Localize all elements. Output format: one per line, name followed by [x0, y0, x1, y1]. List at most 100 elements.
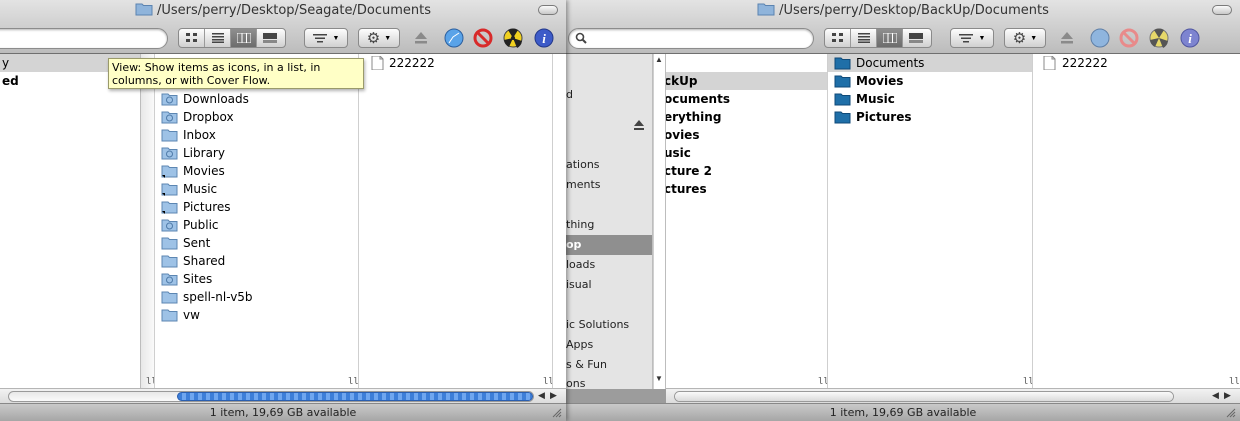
folder-icon — [834, 57, 851, 70]
arrange-button[interactable]: ▼ — [950, 28, 994, 48]
scroll-down-arrow[interactable]: ▼ — [655, 374, 663, 383]
item-label: erything — [666, 110, 722, 124]
sidebar-item[interactable]: thing — [566, 215, 653, 235]
sidebar-item-label: ic Solutions — [566, 318, 630, 331]
column-resize-handle[interactable]: ll — [146, 377, 154, 387]
list-item[interactable]: 222222 — [359, 54, 552, 72]
arrange-icon — [312, 34, 327, 43]
list-view-button[interactable] — [205, 29, 231, 47]
list-item[interactable]: ocuments — [666, 90, 827, 108]
column-view-button[interactable] — [231, 29, 257, 47]
scroll-left-arrow[interactable]: ◀ — [1212, 390, 1219, 401]
chevron-down-icon: ▼ — [978, 34, 986, 42]
list-item[interactable]: Music — [828, 90, 1032, 108]
item-label: Pictures — [856, 110, 912, 124]
list-item[interactable]: Sites — [155, 270, 358, 288]
finder-window-backup: /Users/perry/Desktop/BackUp/Documents ▼ — [566, 0, 1240, 421]
scroll-right-arrow[interactable]: ▶ — [1224, 390, 1231, 401]
column-resize-handle[interactable]: ll — [818, 377, 827, 387]
sidebar-item-label: ments — [566, 178, 601, 191]
sidebar-item-label: Apps — [566, 338, 594, 351]
info-icon[interactable]: i — [1179, 27, 1201, 49]
vertical-scrollbar[interactable] — [140, 54, 154, 389]
burn-icon[interactable] — [502, 27, 524, 49]
action-button[interactable]: ⚙ ▼ — [1004, 28, 1046, 48]
icon-view-button[interactable] — [179, 29, 205, 47]
list-item[interactable]: Movies — [155, 162, 358, 180]
list-item[interactable]: Library — [155, 144, 358, 162]
list-item[interactable]: Inbox — [155, 126, 358, 144]
column-resize-handle[interactable]: ll — [1229, 377, 1240, 387]
list-item[interactable]: erything — [666, 108, 827, 126]
search-field[interactable] — [0, 28, 168, 49]
info-icon[interactable]: i — [533, 27, 555, 49]
no-entry-icon[interactable] — [1118, 27, 1140, 49]
toolbar-toggle-button[interactable] — [1212, 5, 1232, 15]
list-item[interactable]: Sent — [155, 234, 358, 252]
gear-icon: ⚙ — [1012, 30, 1027, 47]
eject-icon[interactable] — [410, 27, 432, 49]
sidebar-item[interactable]: loads — [566, 255, 653, 275]
list-item[interactable]: Pictures — [828, 108, 1032, 126]
scroll-left-arrow[interactable]: ◀ — [538, 390, 545, 401]
resize-grip-icon[interactable] — [551, 407, 562, 418]
toolbar: /Users/perry/Desktop/Seagate/Documents ▼… — [0, 0, 566, 54]
list-item[interactable]: Dropbox — [155, 108, 358, 126]
resize-grip-icon[interactable] — [1225, 407, 1236, 418]
list-item[interactable]: ctures — [666, 180, 827, 198]
column-resize-handle[interactable]: ll — [348, 377, 358, 387]
arrange-button[interactable]: ▼ — [304, 28, 348, 48]
sidebar-item[interactable]: Apps — [566, 335, 653, 355]
item-label: Music — [856, 92, 895, 106]
scroll-up-arrow[interactable]: ▲ — [655, 55, 663, 367]
sidebar-item[interactable]: ic Solutions — [566, 315, 653, 335]
folder-icon — [161, 273, 178, 286]
sidebar-item[interactable]: ons — [566, 374, 653, 389]
no-entry-icon[interactable] — [472, 27, 494, 49]
list-item[interactable]: Movies — [828, 72, 1032, 90]
list-item[interactable]: ovies — [666, 126, 827, 144]
cover-flow-icon — [909, 33, 923, 43]
column-resize-handle[interactable]: ll — [543, 377, 552, 387]
sidebar-item[interactable]: s & Fun — [566, 355, 653, 375]
list-item[interactable]: cture 2 — [666, 162, 827, 180]
list-item[interactable]: Music — [155, 180, 358, 198]
toolbar: /Users/perry/Desktop/BackUp/Documents ▼ — [566, 0, 1240, 54]
scroll-thumb[interactable] — [177, 392, 533, 401]
item-label: Shared — [183, 254, 226, 268]
eject-icon[interactable] — [1056, 27, 1078, 49]
finder-window-seagate: /Users/perry/Desktop/Seagate/Documents ▼… — [0, 0, 566, 421]
list-item[interactable]: Public — [155, 216, 358, 234]
safari-icon[interactable] — [1089, 27, 1111, 49]
cover-flow-button[interactable] — [903, 29, 929, 47]
column-resize-handle[interactable]: ll — [1023, 377, 1032, 387]
list-item[interactable]: vw — [155, 306, 358, 324]
column-view-button[interactable] — [877, 29, 903, 47]
scroll-thumb[interactable] — [675, 392, 1173, 401]
list-view-button[interactable] — [851, 29, 877, 47]
eject-icon[interactable] — [633, 119, 645, 131]
cover-flow-button[interactable] — [257, 29, 283, 47]
burn-icon[interactable] — [1148, 27, 1170, 49]
search-field[interactable] — [568, 28, 814, 49]
sidebar-item[interactable]: d — [566, 85, 653, 105]
scroll-right-arrow[interactable]: ▶ — [550, 390, 557, 401]
list-item[interactable]: spell-nl-v5b — [155, 288, 358, 306]
horizontal-scrollbar[interactable]: ◀ ▶ — [0, 388, 566, 403]
list-item[interactable]: Downloads — [155, 90, 358, 108]
sidebar-item[interactable]: isual — [566, 275, 653, 295]
sidebar-item[interactable]: ations — [566, 155, 653, 175]
list-item[interactable]: Documents — [828, 54, 1032, 72]
action-button[interactable]: ⚙ ▼ — [358, 28, 400, 48]
sidebar-item[interactable]: op — [566, 235, 653, 255]
icon-view-button[interactable] — [825, 29, 851, 47]
toolbar-toggle-button[interactable] — [538, 5, 558, 15]
list-item[interactable]: 222222 — [1033, 54, 1240, 72]
safari-icon[interactable] — [443, 27, 465, 49]
horizontal-scrollbar[interactable]: ◀ ▶ — [666, 388, 1240, 403]
list-item[interactable]: usic — [666, 144, 827, 162]
list-item[interactable]: Pictures — [155, 198, 358, 216]
list-item[interactable]: Shared — [155, 252, 358, 270]
list-item[interactable]: ckUp — [666, 72, 827, 90]
sidebar-item[interactable]: ments — [566, 175, 653, 195]
